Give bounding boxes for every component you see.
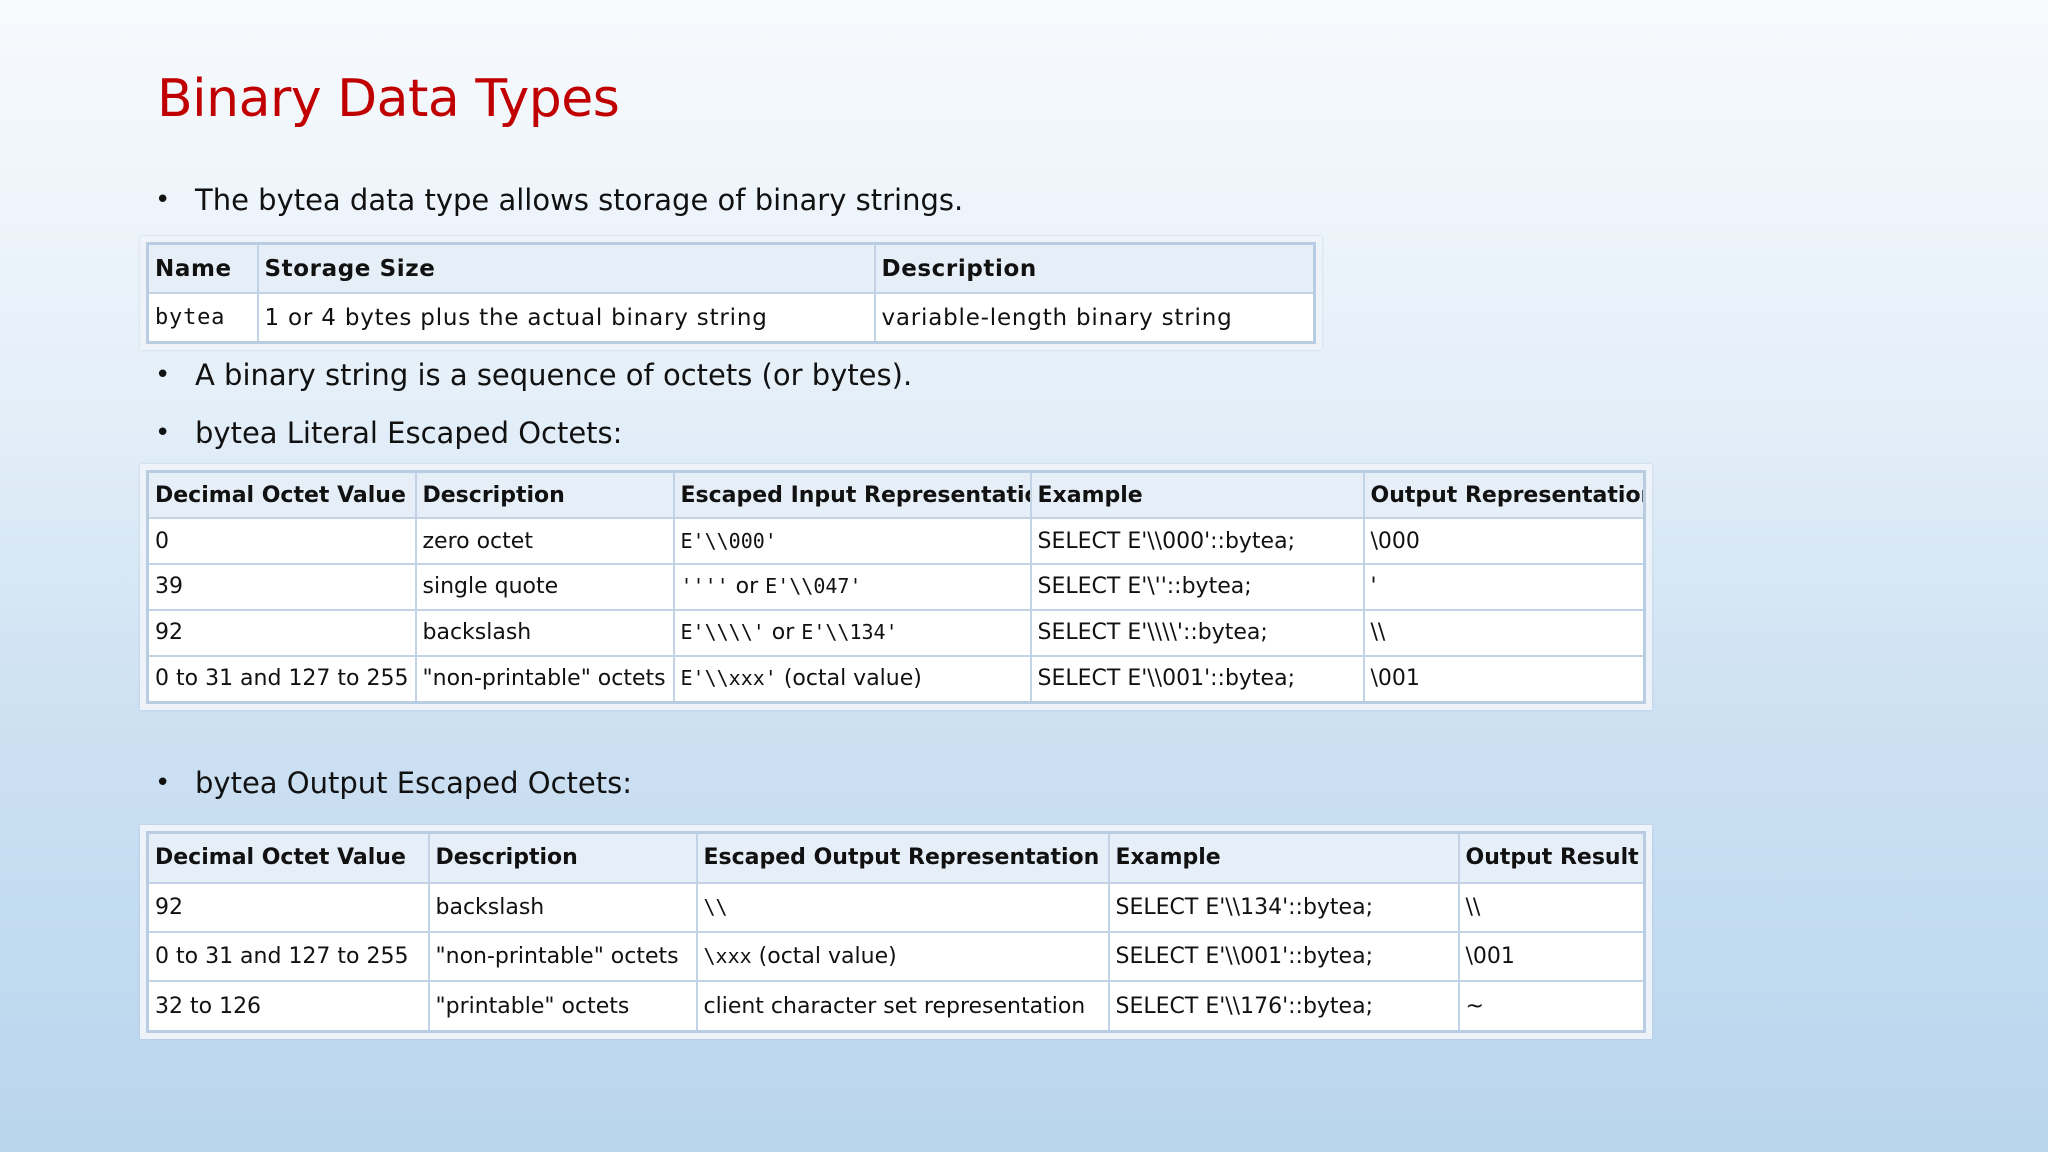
bullet-dot: • [155,360,171,390]
table-cell: ' [1362,563,1646,611]
code-text: '''' [680,574,729,599]
table-cell: backslash [427,881,698,933]
slide-title: Binary Data Types [157,69,620,129]
bullet-binary-string: • A binary string is a sequence of octet… [155,358,912,392]
column-header: Decimal Octet Value [146,470,417,520]
table-cell: SELECT E'\\\\'::bytea; [1029,608,1365,657]
bullet-text: A binary string is a sequence of octets … [195,358,913,392]
table-row: 0 zero octet E'\\000' SELECT E'\\000'::b… [146,517,1646,566]
bullet-bytea-intro: • The bytea data type allows storage of … [155,183,963,217]
bullet-literal-escaped: • bytea Literal Escaped Octets: [155,416,622,450]
table-cell: '''' or E'\\047' [672,563,1032,611]
table-cell: "non-printable" octets [414,654,675,704]
table-cell: \001 [1362,654,1646,704]
column-header: Example [1029,470,1365,520]
table-cell: "non-printable" octets [427,930,698,983]
code-text: E'\\\\' [680,620,765,645]
table-cell: 0 [146,517,417,566]
note-text: (octal value) [751,944,897,970]
table-cell: \\ [695,881,1110,933]
code-text: E'\\xxx' [680,666,777,691]
bullet-text: The bytea data type allows storage of bi… [195,183,964,217]
code-text: \xxx [703,944,752,969]
table-cell: SELECT E'\\001'::bytea; [1107,930,1460,983]
table-cell: 39 [146,563,417,611]
column-header: Name [146,242,259,294]
column-header: Example [1107,831,1460,884]
output-escaped-octets-table: Decimal Octet Value Description Escaped … [140,825,1652,1039]
table-cell: client character set representation [695,980,1110,1033]
table-cell: 0 to 31 and 127 to 255 [146,930,430,983]
table-cell: SELECT E'\\176'::bytea; [1107,980,1460,1033]
code-text: \\ [703,894,728,919]
table-row: 39 single quote '''' or E'\\047' SELECT … [146,563,1646,611]
bullet-text: bytea Literal Escaped Octets: [195,416,623,450]
table-cell: E'\\\\' or E'\\134' [672,608,1032,657]
table-header-row: Decimal Octet Value Description Escaped … [146,470,1646,520]
code-text: E'\\000' [680,528,777,553]
code-text: E'\\134' [801,620,898,645]
table-row: 0 to 31 and 127 to 255 "non-printable" o… [146,654,1646,704]
table-cell: \xxx (octal value) [695,930,1110,983]
table-header-row: Decimal Octet Value Description Escaped … [146,831,1646,884]
bullet-output-escaped: • bytea Output Escaped Octets: [155,766,632,800]
table-cell: SELECT E'\\000'::bytea; [1029,517,1365,566]
table-cell: 92 [146,881,430,933]
table-cell: backslash [414,608,675,657]
table-cell: \\ [1362,608,1646,657]
column-header: Description [414,470,675,520]
column-header: Decimal Octet Value [146,831,430,884]
bullet-dot: • [155,418,171,448]
column-header: Description [427,831,698,884]
table-cell: 1 or 4 bytes plus the actual binary stri… [256,292,876,344]
separator-text: or [728,574,766,600]
column-header: Output Result [1457,831,1646,884]
column-header: Escaped Output Representation [695,831,1110,884]
table-cell: variable-length binary string [873,292,1316,344]
table-cell: E'\\xxx' (octal value) [672,654,1032,704]
table-cell: \001 [1457,930,1646,983]
note-text: client character set representation [703,993,1086,1019]
column-header: Storage Size [256,242,876,294]
table-row: bytea 1 or 4 bytes plus the actual binar… [146,292,1316,344]
table-cell: \000 [1362,517,1646,566]
table-cell: 32 to 126 [146,980,430,1033]
table-cell: SELECT E'\''::bytea; [1029,563,1365,611]
note-text: (octal value) [776,666,922,692]
table-cell: bytea [146,292,259,344]
table-header-row: Name Storage Size Description [146,242,1316,294]
table-row: 0 to 31 and 127 to 255 "non-printable" o… [146,930,1646,983]
table-cell: SELECT E'\\134'::bytea; [1107,881,1460,933]
column-header: Escaped Input Representation [672,470,1032,520]
table-cell: 0 to 31 and 127 to 255 [146,654,417,704]
code-text: E'\\047' [765,574,862,599]
table-row: 92 backslash E'\\\\' or E'\\134' SELECT … [146,608,1646,657]
table-cell: single quote [414,563,675,611]
column-header: Description [873,242,1316,294]
literal-escaped-octets-table: Decimal Octet Value Description Escaped … [140,464,1652,710]
bullet-dot: • [155,185,171,215]
table-row: 32 to 126 "printable" octets client char… [146,980,1646,1033]
table-cell: SELECT E'\\001'::bytea; [1029,654,1365,704]
table-cell: ~ [1457,980,1646,1033]
table-cell: 92 [146,608,417,657]
bullet-text: bytea Output Escaped Octets: [195,766,632,800]
table-row: 92 backslash \\ SELECT E'\\134'::bytea; … [146,881,1646,933]
table-cell: \\ [1457,881,1646,933]
table-cell: "printable" octets [427,980,698,1033]
separator-text: or [764,620,802,646]
table-cell: zero octet [414,517,675,566]
bullet-dot: • [155,768,171,798]
table-cell: E'\\000' [672,517,1032,566]
column-header: Output Representation [1362,470,1646,520]
storage-size-table: Name Storage Size Description bytea 1 or… [140,236,1322,350]
